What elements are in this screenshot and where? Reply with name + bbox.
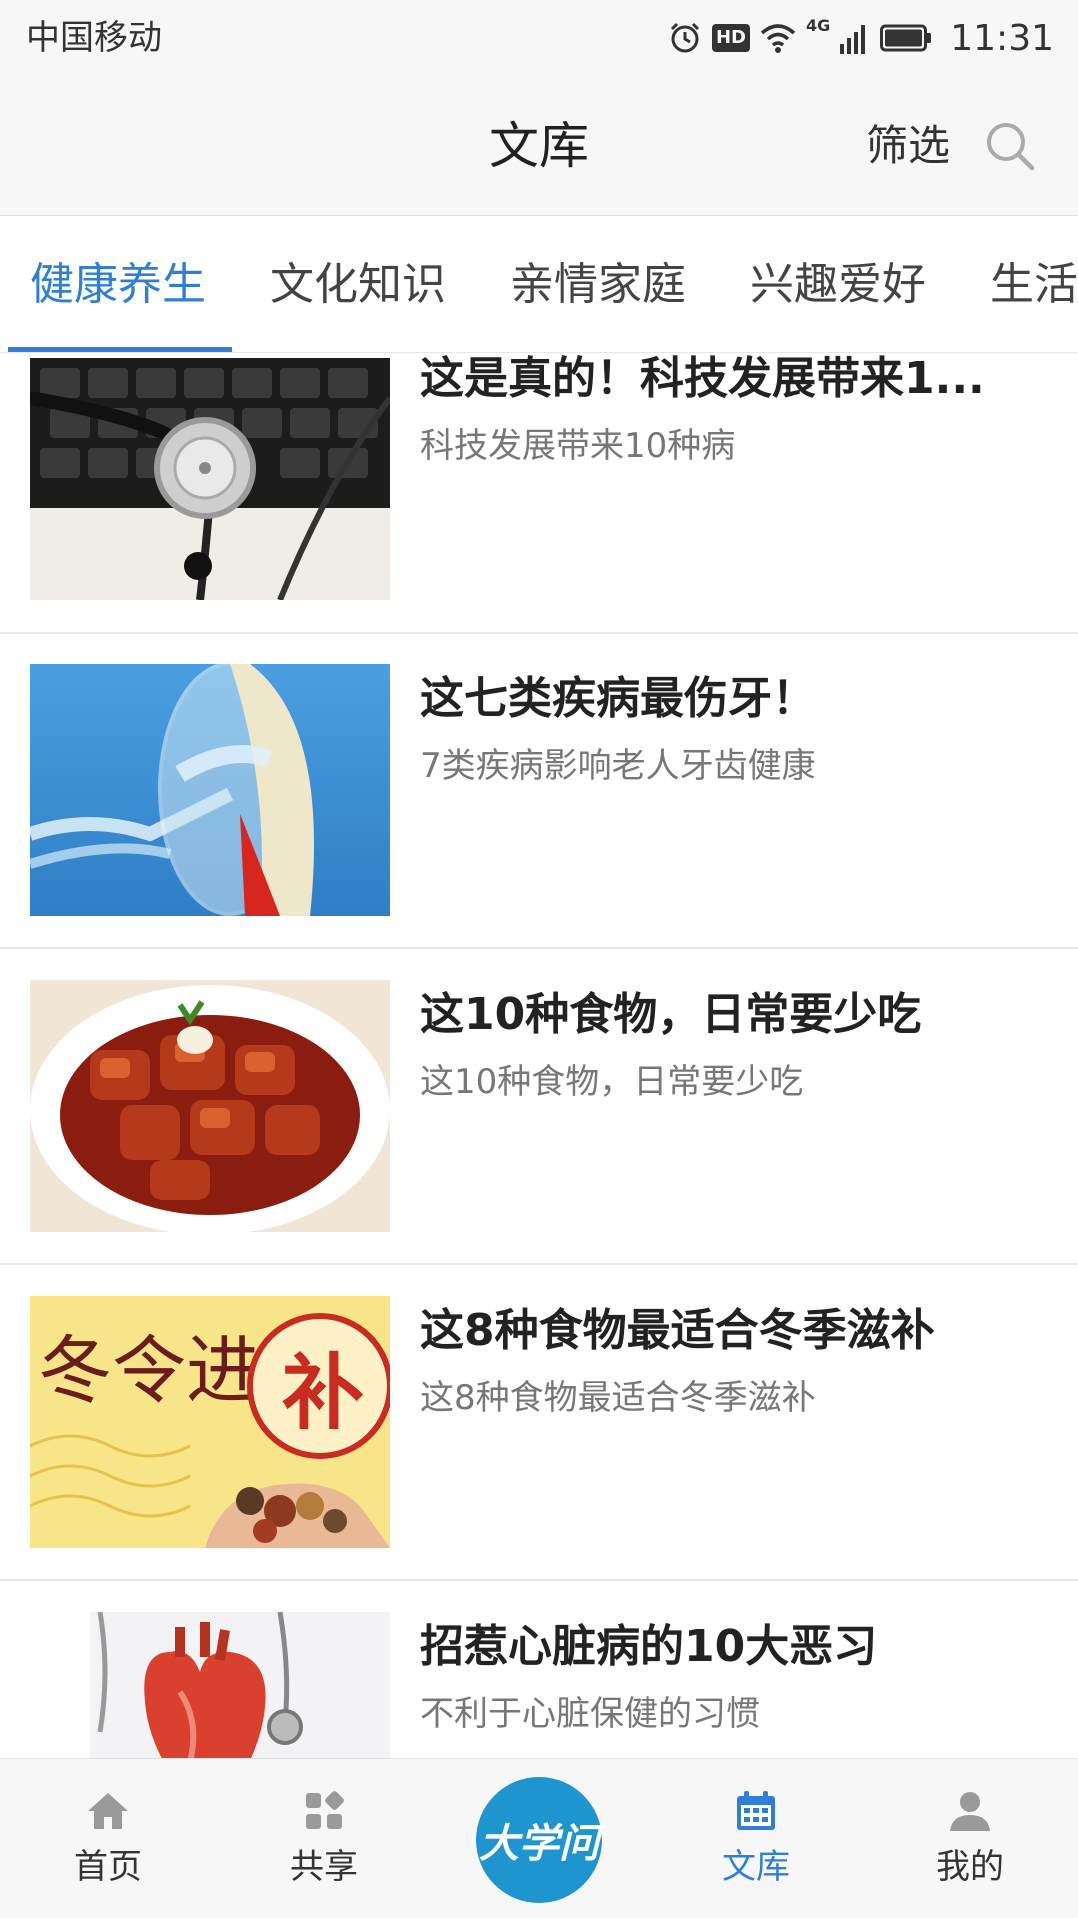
list-item[interactable]: 这是真的！科技发展带来1... 科技发展带来10种病 xyxy=(0,354,1078,634)
article-list: 这是真的！科技发展带来1... 科技发展带来10种病 这七类疾病最伤牙！ 7类疾… xyxy=(0,354,1078,1758)
home-icon xyxy=(88,1793,128,1829)
article-thumbnail xyxy=(30,1612,390,1758)
clock: 11:31 xyxy=(950,17,1054,59)
top-app-bar: 文库 筛选 xyxy=(0,76,1078,216)
center-logo-button[interactable]: 大学问 xyxy=(476,1777,602,1903)
wifi-icon xyxy=(760,24,796,53)
article-subtitle: 科技发展带来10种病 xyxy=(420,426,736,466)
article-title: 这10种食物，日常要少吃 xyxy=(420,989,922,1040)
hd-icon: HD xyxy=(711,24,750,52)
signal-icon xyxy=(840,25,866,54)
nav-home[interactable]: 首页 xyxy=(28,1787,188,1907)
nav-mine-label: 我的 xyxy=(936,1847,1004,1887)
bottom-navigation: 首页 共享 大学问 文库 我的 xyxy=(0,1758,1078,1918)
article-thumbnail: 冬令进 补 xyxy=(30,1296,390,1548)
tab-family[interactable]: 亲情家庭 xyxy=(510,255,686,315)
article-title: 招惹心脏病的10大恶习 xyxy=(420,1621,878,1672)
nav-share-label: 共享 xyxy=(290,1847,358,1887)
article-title: 这七类疾病最伤牙！ xyxy=(420,673,816,724)
list-item[interactable]: 招惹心脏病的10大恶习 不利于心脏保健的习惯 xyxy=(0,1582,1078,1758)
article-title: 这是真的！科技发展带来1... xyxy=(420,354,985,404)
article-subtitle: 不利于心脏保健的习惯 xyxy=(420,1694,760,1734)
list-item[interactable]: 这10种食物，日常要少吃 这10种食物，日常要少吃 xyxy=(0,950,1078,1265)
search-icon xyxy=(987,123,1035,171)
network-type: 4G xyxy=(805,16,831,35)
person-icon xyxy=(950,1792,990,1831)
active-tab-indicator xyxy=(8,347,232,352)
article-subtitle: 7类疾病影响老人牙齿健康 xyxy=(420,746,816,786)
battery-icon xyxy=(880,24,932,52)
winter-calligraphy: 冬令进 xyxy=(38,1328,260,1414)
article-thumbnail xyxy=(30,664,390,916)
calendar-icon xyxy=(737,1791,775,1830)
winter-seal: 补 xyxy=(282,1345,364,1441)
tab-hobby[interactable]: 兴趣爱好 xyxy=(750,255,926,315)
filter-button[interactable]: 筛选 xyxy=(866,118,950,174)
nav-share[interactable]: 共享 xyxy=(244,1787,404,1907)
tab-culture[interactable]: 文化知识 xyxy=(270,255,446,315)
apps-icon xyxy=(306,1791,344,1829)
nav-library[interactable]: 文库 xyxy=(676,1787,836,1907)
article-subtitle: 这8种食物最适合冬季滋补 xyxy=(420,1378,816,1418)
nav-library-label: 文库 xyxy=(722,1847,790,1887)
search-button[interactable] xyxy=(982,118,1038,174)
article-title: 这8种食物最适合冬季滋补 xyxy=(420,1305,935,1356)
tab-life[interactable]: 生活 xyxy=(990,255,1078,315)
status-bar: 中国移动 HD 4G 11:31 xyxy=(0,0,1078,76)
status-icons: HD 4G 11:31 xyxy=(668,14,1054,62)
tab-health[interactable]: 健康养生 xyxy=(30,255,206,315)
nav-mine[interactable]: 我的 xyxy=(890,1787,1050,1907)
carrier-name: 中国移动 xyxy=(26,18,162,58)
alarm-icon xyxy=(670,22,700,53)
article-subtitle: 这10种食物，日常要少吃 xyxy=(420,1062,804,1102)
nav-home-label: 首页 xyxy=(74,1847,142,1887)
article-thumbnail xyxy=(30,358,390,600)
list-item[interactable]: 这七类疾病最伤牙！ 7类疾病影响老人牙齿健康 xyxy=(0,634,1078,949)
logo-text: 大学问 xyxy=(479,1820,599,1867)
article-thumbnail xyxy=(30,980,390,1232)
list-item[interactable]: 冬令进 补 这8种食物最适合冬季滋补 这8种食物最适合冬季滋补 xyxy=(0,1266,1078,1581)
category-tabs: 健康养生 文化知识 亲情家庭 兴趣爱好 生活 xyxy=(0,217,1078,353)
